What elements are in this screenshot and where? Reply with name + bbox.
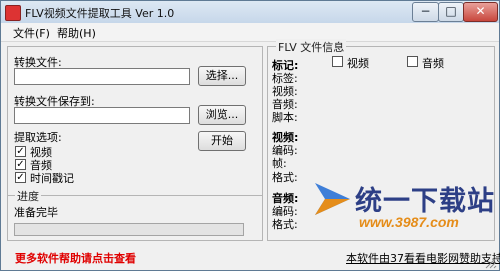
- field-script-count: 脚本:: [272, 111, 298, 124]
- app-icon: [5, 5, 21, 21]
- tag-video-checkbox: [332, 56, 343, 67]
- extract-options-label: 提取选项:: [14, 131, 62, 144]
- watermark-text: 统一下载站: [355, 186, 495, 217]
- more-software-link[interactable]: 更多软件帮助请点击查看: [15, 250, 136, 266]
- video-checkbox[interactable]: ✓: [15, 146, 26, 157]
- video-format-label: 格式:: [272, 171, 298, 184]
- menu-file[interactable]: 文件(F): [13, 25, 50, 41]
- minimize-button[interactable]: −: [412, 2, 439, 22]
- maximize-button[interactable]: □: [438, 2, 464, 22]
- tag-audio-label: 音频: [422, 57, 444, 70]
- convert-file-input[interactable]: [14, 68, 190, 85]
- watermark-url: www.3987.com: [359, 214, 459, 230]
- progress-legend: 进度: [15, 188, 41, 204]
- start-button[interactable]: 开始: [198, 131, 246, 151]
- audio-format-label: 格式:: [272, 218, 298, 231]
- progress-status: 准备完毕: [14, 206, 58, 219]
- menu-help[interactable]: 帮助(H): [57, 25, 96, 41]
- browse-button[interactable]: 浏览...: [198, 105, 246, 125]
- select-button[interactable]: 选择...: [198, 66, 246, 86]
- resize-grip-icon[interactable]: [484, 256, 497, 269]
- timestamp-checkbox[interactable]: ✓: [15, 172, 26, 183]
- audio-checkbox[interactable]: ✓: [15, 159, 26, 170]
- tag-video-label: 视频: [347, 57, 369, 70]
- save-path-input[interactable]: [14, 107, 190, 124]
- title-bar[interactable]: FLV视频文件提取工具 Ver 1.0 − □ ✕: [1, 1, 499, 24]
- watermark: 统一下载站 www.3987.com: [312, 179, 495, 230]
- menu-bar: 文件(F) 帮助(H): [1, 23, 499, 42]
- timestamp-option-label: 时间戳记: [30, 172, 74, 185]
- sponsor-text[interactable]: 本软件由37看看电影网赞助支持: [346, 250, 500, 266]
- progress-bar: [14, 223, 244, 236]
- watermark-logo-icon: [315, 183, 350, 215]
- close-button[interactable]: ✕: [463, 2, 498, 22]
- app-window: FLV视频文件提取工具 Ver 1.0 − □ ✕ 文件(F) 帮助(H) 转换…: [0, 0, 500, 271]
- flv-info-legend: FLV 文件信息: [276, 39, 347, 55]
- tag-audio-checkbox: [407, 56, 418, 67]
- window-title: FLV视频文件提取工具 Ver 1.0: [25, 7, 175, 20]
